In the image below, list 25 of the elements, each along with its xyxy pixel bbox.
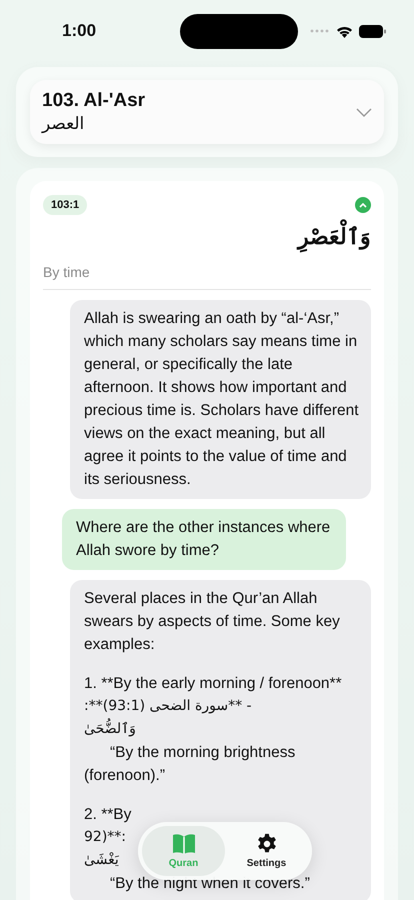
battery-icon xyxy=(359,24,386,38)
wifi-icon xyxy=(336,24,353,38)
verse-translation-quote: “By the morning brightness (forenoon).” xyxy=(84,743,296,786)
message-text: :**(92 xyxy=(84,828,126,848)
message-text: Allah is swearing an oath by “al-‘Asr,” which many scholars say means time in general, or specifically the late afternoon. It shows how important and precious time is. Scholars have different views on the exact meaning, but all agree it points to the value of time and its seriousness. xyxy=(84,309,360,490)
status-time: 1:00 xyxy=(62,21,98,41)
message-text: 2. **By xyxy=(84,805,132,826)
arabic-verse-text: وَٱلضُّحَىٰ xyxy=(84,718,136,742)
signal-icon xyxy=(310,29,330,33)
tab[interactable]: Settings xyxy=(225,826,308,876)
message-text: Where are the other instances where Allah swore by time? xyxy=(76,518,332,562)
message-text: Several places in the Qur’an Allah swears by aspects of time. Some key examples: xyxy=(84,589,341,656)
verse-translation-quote: “By the night when it covers.” xyxy=(109,874,310,894)
collapse-button[interactable] xyxy=(355,197,371,213)
surah-arabic-name: العصر xyxy=(42,114,84,134)
surah-title: 103. Al-'Asr xyxy=(42,90,146,112)
arabic-verse-text: يَغْشَىٰ xyxy=(84,851,119,870)
chevron-up-icon xyxy=(359,202,367,208)
gear-icon xyxy=(256,833,278,855)
verse-reference-badge: 103:1 xyxy=(43,195,88,215)
verse-arabic: وَٱلْعَصْرِ xyxy=(43,219,371,256)
book-icon xyxy=(172,833,196,855)
message-text: - **سورة الضحى (93:1)**: xyxy=(84,697,252,716)
message-text: 1. **By the early morning / forenoon** xyxy=(84,674,342,694)
verse-translation: By time xyxy=(43,264,371,290)
